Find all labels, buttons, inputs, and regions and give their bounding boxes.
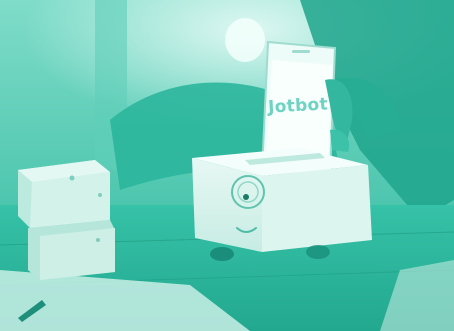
background-light xyxy=(225,18,265,62)
photo: Jotbot xyxy=(0,0,454,331)
photo-scene xyxy=(0,0,454,331)
phone-speaker xyxy=(292,50,310,53)
robot-side xyxy=(262,165,372,252)
wood-block-top xyxy=(18,160,110,228)
phone-screen xyxy=(266,60,332,160)
wood-block-bottom xyxy=(28,220,115,280)
robot-wheel xyxy=(306,245,330,259)
robot-wheel xyxy=(210,247,234,261)
